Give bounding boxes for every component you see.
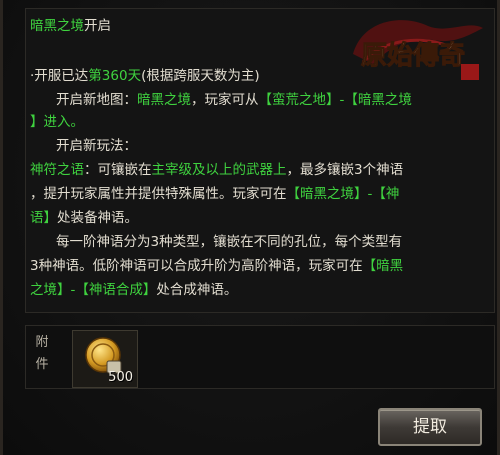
mail-title: 暗黑之境开启 xyxy=(30,18,111,34)
mail-line-server-days: ·开服已达第360天(根据跨服天数为主) xyxy=(30,68,260,84)
dragon-logo-icon: 原始傳奇 xyxy=(353,20,483,80)
claim-button[interactable]: 提取 xyxy=(378,408,482,446)
mail-line-rune-2: ，提升玩家属性并提供特殊属性。玩家可在【暗黑之境】-【神 xyxy=(30,186,400,202)
mail-line-tiers: 每一阶神语分为3种类型，镶嵌在不同的孔位，每个类型有 xyxy=(56,234,403,250)
attachment-panel: 附件 500 xyxy=(25,325,495,389)
mail-line-rune: 神符之语：可镶嵌在主宰级及以上的武器上，最多镶嵌3个神语 xyxy=(30,162,404,178)
mail-line-tiers-3: 之境】-【神语合成】处合成神语。 xyxy=(30,282,238,298)
mail-line-enter: 】进入。 xyxy=(30,114,84,130)
mail-line-new-gameplay: 开启新玩法： xyxy=(56,138,137,154)
item-count: 500 xyxy=(108,370,133,385)
mail-window: 暗黑之境开启 ·开服已达第360天(根据跨服天数为主) 开启新地图：暗黑之境，玩… xyxy=(0,0,500,455)
mail-line-new-map: 开启新地图：暗黑之境，玩家可从【蛮荒之地】-【暗黑之境 xyxy=(56,92,412,108)
attachment-label: 附件 xyxy=(35,335,49,372)
mail-line-tiers-2: 3种神语。低阶神语可以合成升阶为高阶神语，玩家可在【暗黑 xyxy=(30,258,404,274)
attachment-item-slot[interactable]: 500 xyxy=(72,330,138,388)
logo-text: 原始傳奇 xyxy=(361,41,465,71)
mail-line-rune-3: 语】处装备神语。 xyxy=(30,210,138,226)
